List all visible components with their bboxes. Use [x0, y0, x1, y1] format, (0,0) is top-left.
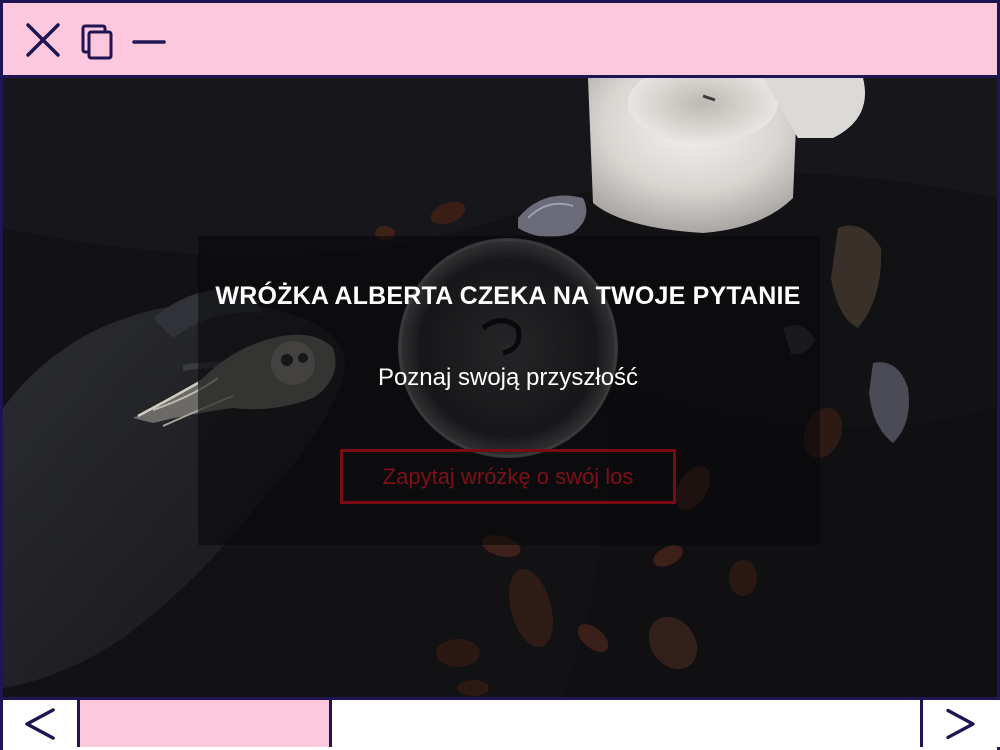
- close-icon: [26, 23, 60, 57]
- chevron-right-icon: [946, 708, 975, 740]
- minimize-button[interactable]: [129, 20, 169, 60]
- minimize-icon: [132, 40, 166, 44]
- close-button[interactable]: [23, 20, 63, 60]
- chevron-left-icon: [25, 708, 55, 740]
- page-viewport: WRÓŻKA ALBERTA CZEKA NA TWOJE PYTANIE Po…: [3, 78, 997, 697]
- scrollbar-track[interactable]: [80, 700, 920, 747]
- scroll-right-button[interactable]: [920, 700, 1000, 747]
- browser-window: WRÓŻKA ALBERTA CZEKA NA TWOJE PYTANIE Po…: [0, 0, 1000, 750]
- ask-fortune-teller-button[interactable]: Zapytaj wróżkę o swój los: [340, 449, 676, 504]
- restore-icon: [81, 24, 113, 60]
- scrollbar-thumb[interactable]: [80, 700, 332, 747]
- hero-subtitle: Poznaj swoją przyszłość: [377, 364, 639, 391]
- hero-title: WRÓŻKA ALBERTA CZEKA NA TWOJE PYTANIE: [215, 282, 801, 310]
- restore-button[interactable]: [77, 20, 117, 60]
- title-bar: [3, 3, 997, 78]
- horizontal-scrollbar: [3, 697, 1000, 750]
- scroll-left-button[interactable]: [3, 700, 80, 747]
